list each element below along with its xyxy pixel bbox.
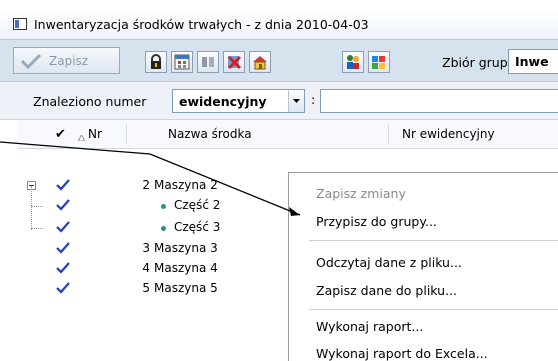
people-icon [347, 55, 359, 69]
menu-divider [309, 309, 558, 310]
child-bullet-icon [161, 204, 166, 209]
checkmark-icon[interactable] [56, 261, 70, 275]
row-name: Część 2 [174, 198, 221, 212]
columns-icon [202, 57, 214, 67]
checkmark-icon[interactable] [56, 281, 70, 295]
row-nr: 5 [142, 281, 150, 295]
checkmark-icon[interactable] [56, 198, 70, 212]
sort-asc-icon [77, 130, 86, 144]
row-name: Maszyna 4 [154, 261, 218, 275]
row-name: Maszyna 5 [154, 281, 218, 295]
dropdown-button[interactable] [288, 90, 304, 112]
toolbar: Zapisz Zbiór grup: Inwe [0, 39, 558, 82]
application-window: Inwentaryzacja środków trwałych - z dnia… [0, 0, 558, 361]
row-nr: 3 [142, 241, 150, 255]
calendar-button[interactable] [171, 51, 193, 73]
row-nr: 1 [142, 158, 150, 172]
lock-button[interactable] [145, 51, 167, 73]
home-icon [253, 56, 267, 70]
group-assign-icon [372, 56, 385, 69]
menu-item-report-excel[interactable]: Wykonaj raport do Excela... [316, 346, 488, 361]
menu-item-read-file[interactable]: Odczytaj dane z pliku... [316, 255, 462, 270]
home-button[interactable] [249, 51, 271, 73]
child-bullet-icon [161, 226, 166, 231]
assign-group-button[interactable] [368, 51, 390, 73]
app-icon [13, 18, 27, 30]
calendar-icon [174, 54, 190, 70]
window-title: Inwentaryzacja środków trwałych - z dnia… [34, 16, 369, 32]
search-input[interactable] [320, 89, 558, 113]
save-button[interactable]: Zapisz [13, 47, 120, 74]
row-nr: 2 [142, 178, 150, 192]
checkmark-icon[interactable] [56, 220, 70, 234]
row-name: Maszyna 2 [154, 178, 218, 192]
header-inv[interactable]: Nr ewidencyjny [402, 127, 495, 141]
header-separator [388, 124, 389, 144]
menu-item-report[interactable]: Wykonaj raport... [316, 319, 423, 334]
menu-item-save-file[interactable]: Zapisz dane do pliku... [316, 283, 457, 298]
group-set-select[interactable]: Inwe [508, 49, 558, 74]
delete-x-icon [227, 55, 242, 70]
filter-bar: Znaleziono numer ewidencyjny : [0, 82, 558, 120]
checkmark-icon[interactable] [56, 178, 70, 192]
chevron-down-icon [293, 99, 300, 103]
row-name: Część 3 [174, 220, 221, 234]
row-name: Maszyna 3 [154, 241, 218, 255]
checkmark-icon[interactable] [56, 241, 70, 255]
menu-item-assign-group[interactable]: Przypisz do grupy... [316, 214, 437, 229]
title-bar: Inwentaryzacja środków trwałych - z dnia… [0, 9, 558, 39]
checkmark-icon [20, 53, 42, 69]
found-number-label: Znaleziono numer [33, 94, 147, 109]
header-check[interactable]: ✔ [55, 127, 66, 142]
number-type-value: ewidencyjny [179, 94, 267, 109]
lock-icon [151, 54, 161, 69]
grid-header: ✔ Nr Nazwa środka Nr ewidencyjny [18, 120, 558, 149]
save-button-label: Zapisz [49, 53, 89, 68]
number-type-select[interactable]: ewidencyjny [172, 89, 305, 113]
group-set-label: Zbiór grup: [442, 55, 512, 70]
header-name[interactable]: Nazwa środka [168, 127, 252, 141]
context-menu: Zapisz zmiany Przypisz do grupy... Odczy… [288, 172, 558, 361]
menu-item-save-changes[interactable]: Zapisz zmiany [316, 186, 406, 201]
row-nr: 4 [142, 261, 150, 275]
header-nr[interactable]: Nr [88, 127, 102, 141]
people-button[interactable] [342, 51, 364, 73]
menu-divider [309, 240, 558, 241]
delete-button[interactable] [223, 51, 245, 73]
header-separator [126, 124, 127, 144]
row-name: Maszyna 1 (zlikwidowany) [154, 157, 317, 173]
filter-colon: : [311, 92, 316, 107]
columns-button[interactable] [197, 51, 219, 73]
